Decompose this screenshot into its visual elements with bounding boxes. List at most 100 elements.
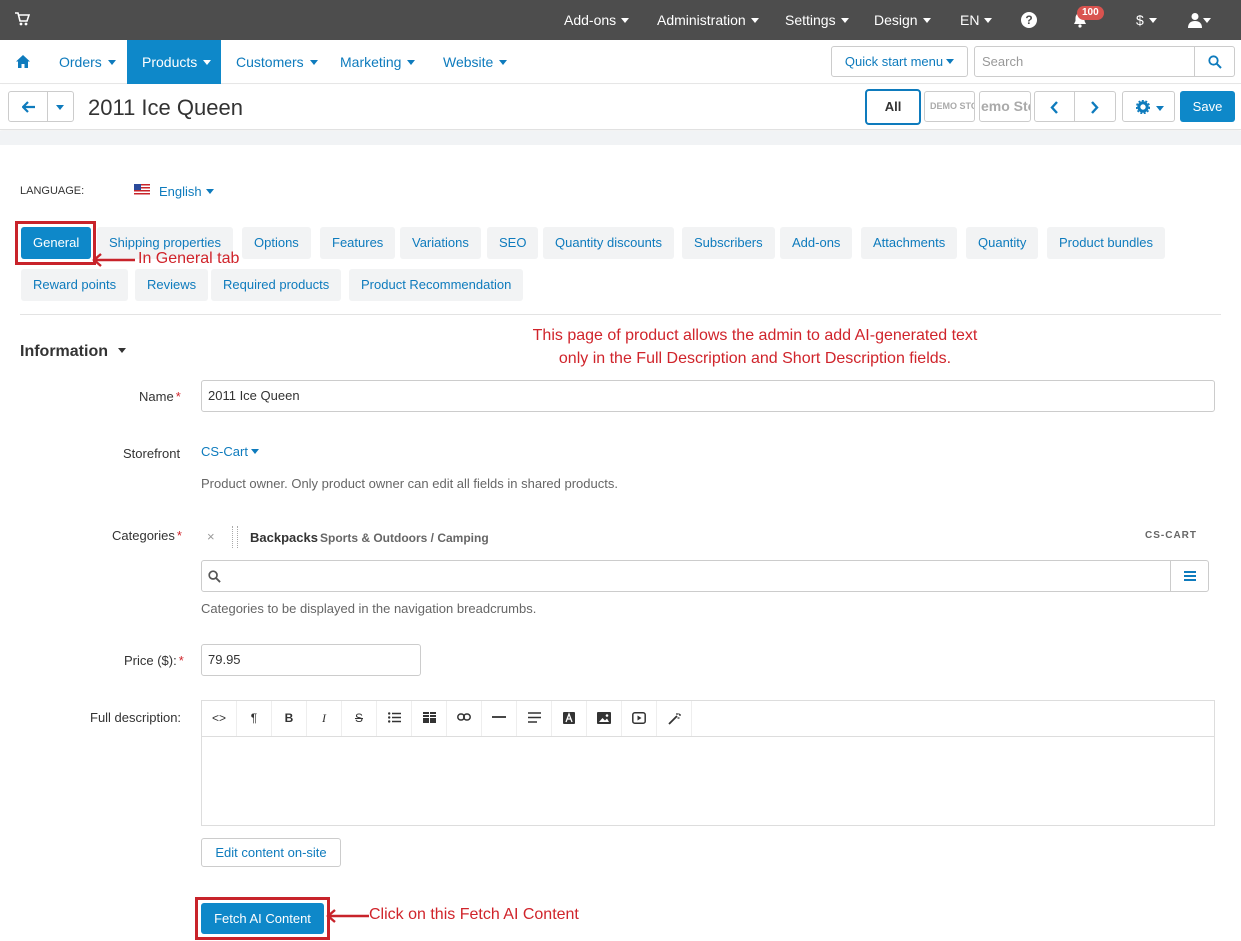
page: Add-ons Administration Settings Design E… xyxy=(0,0,1241,941)
settings-dropdown-button[interactable] xyxy=(1122,91,1175,122)
chevron-down-icon xyxy=(56,105,64,110)
general-tab-highlight xyxy=(15,221,96,265)
main-nav: Orders Products Customers Marketing Webs… xyxy=(0,40,1241,84)
storefront-selector-label: CS-Cart xyxy=(201,444,248,459)
information-section-toggle[interactable]: Information xyxy=(20,343,126,361)
menu-language-label: EN xyxy=(960,12,980,28)
tab-features[interactable]: Features xyxy=(320,227,396,259)
tab-quantity[interactable]: Quantity xyxy=(966,227,1039,259)
previous-product-button[interactable] xyxy=(1034,91,1075,122)
categories-label-text: Categories xyxy=(112,528,175,543)
annotation-note-line-1: This page of product allows the admin to… xyxy=(532,327,978,344)
tab-variations[interactable]: Variations xyxy=(400,227,481,259)
font-color-icon[interactable] xyxy=(552,701,587,736)
annotation-general-tab: In General tab xyxy=(138,250,240,267)
chevron-down-icon xyxy=(205,189,214,195)
storefront-all-button[interactable]: All xyxy=(865,89,921,125)
video-icon[interactable] xyxy=(622,701,657,736)
align-icon[interactable] xyxy=(517,701,552,736)
tab-required-products[interactable]: Required products xyxy=(211,269,342,301)
strikethrough-icon[interactable]: S xyxy=(342,701,377,736)
image-icon[interactable] xyxy=(587,701,622,736)
chevron-down-icon xyxy=(107,59,116,65)
tab-options[interactable]: Options xyxy=(242,227,311,259)
nav-orders[interactable]: Orders xyxy=(44,40,131,84)
nav-marketing[interactable]: Marketing xyxy=(325,40,430,84)
language-label: LANGUAGE: xyxy=(20,185,85,197)
user-chevron-down-icon[interactable] xyxy=(1203,18,1211,23)
chevron-down-icon xyxy=(946,59,955,65)
magic-wand-icon[interactable] xyxy=(657,701,692,736)
horizontal-rule-icon[interactable] xyxy=(482,701,517,736)
nav-products[interactable]: Products xyxy=(127,40,221,84)
storefront-demo-button-1[interactable]: DEMO STO xyxy=(924,91,975,122)
tab-quantity-discounts[interactable]: Quantity discounts xyxy=(543,227,674,259)
user-icon[interactable] xyxy=(1188,12,1202,28)
search-button[interactable] xyxy=(1194,46,1235,77)
name-input[interactable]: 2011 Ice Queen xyxy=(201,380,1215,412)
search-icon xyxy=(208,570,221,583)
category-path: Sports & Outdoors / Camping xyxy=(320,531,489,545)
menu-settings[interactable]: Settings xyxy=(785,12,849,28)
tab-reviews[interactable]: Reviews xyxy=(135,269,209,301)
tab-product-recommendation[interactable]: Product Recommendation xyxy=(349,269,524,301)
nav-customers-label: Customers xyxy=(236,54,304,70)
category-search-input[interactable] xyxy=(201,560,1171,592)
full-description-editor[interactable] xyxy=(201,736,1215,826)
menu-addons[interactable]: Add-ons xyxy=(564,12,630,28)
bold-icon[interactable]: B xyxy=(272,701,307,736)
chevron-down-icon xyxy=(118,348,126,354)
italic-icon[interactable]: I xyxy=(307,701,342,736)
divider xyxy=(20,314,1221,315)
nav-products-label: Products xyxy=(142,54,198,70)
back-button[interactable] xyxy=(8,91,48,122)
quick-start-menu-button[interactable]: Quick start menu xyxy=(831,46,968,77)
link-icon[interactable] xyxy=(447,701,482,736)
storefront-selector[interactable]: CS-Cart xyxy=(201,444,259,459)
home-icon[interactable] xyxy=(16,55,30,68)
information-section-title: Information xyxy=(20,343,108,360)
name-label-text: Name xyxy=(139,389,174,404)
paragraph-icon[interactable]: ¶ xyxy=(237,701,272,736)
menu-design[interactable]: Design xyxy=(874,12,931,28)
nav-website[interactable]: Website xyxy=(428,40,522,84)
menu-currency[interactable]: $ xyxy=(1136,12,1157,28)
fetch-ai-content-button[interactable]: Fetch AI Content xyxy=(201,903,324,934)
edit-content-onsite-button[interactable]: Edit content on-site xyxy=(201,838,341,867)
chevron-down-icon xyxy=(1156,106,1164,111)
menu-language[interactable]: EN xyxy=(960,12,993,28)
tab-subscribers[interactable]: Subscribers xyxy=(682,227,775,259)
remove-category-button[interactable]: × xyxy=(207,529,215,544)
cart-icon[interactable] xyxy=(14,11,30,27)
tab-reward-points[interactable]: Reward points xyxy=(21,269,129,301)
tab-addons[interactable]: Add-ons xyxy=(780,227,853,259)
menu-administration[interactable]: Administration xyxy=(657,12,759,28)
chevron-down-icon xyxy=(984,17,993,23)
category-list-button[interactable] xyxy=(1170,560,1209,592)
chevron-down-icon xyxy=(499,59,508,65)
storefront-label: Storefront xyxy=(123,446,181,461)
chevron-down-icon xyxy=(1148,17,1157,23)
back-dropdown-button[interactable] xyxy=(47,91,74,122)
tab-attachments[interactable]: Attachments xyxy=(861,227,958,259)
chevron-down-icon xyxy=(203,59,212,65)
price-input[interactable]: 79.95 xyxy=(201,644,421,676)
storefront-demo-button-2[interactable]: emo Sto xyxy=(979,91,1031,122)
search-input[interactable]: Search xyxy=(974,46,1195,77)
save-button[interactable]: Save xyxy=(1180,91,1235,122)
code-view-icon[interactable]: <> xyxy=(202,701,237,736)
tab-product-bundles[interactable]: Product bundles xyxy=(1047,227,1165,259)
menu-currency-label: $ xyxy=(1136,12,1144,28)
tab-seo[interactable]: SEO xyxy=(487,227,539,259)
next-product-button[interactable] xyxy=(1074,91,1116,122)
table-icon[interactable] xyxy=(412,701,447,736)
nav-website-label: Website xyxy=(443,54,494,70)
categories-label: Categories * xyxy=(112,528,182,543)
name-label: Name * xyxy=(139,389,181,404)
help-icon[interactable]: ? xyxy=(1021,12,1037,28)
search-icon xyxy=(1208,55,1222,69)
drag-handle-icon[interactable] xyxy=(232,526,238,548)
bullet-list-icon[interactable] xyxy=(377,701,412,736)
language-selector[interactable]: English xyxy=(159,184,214,199)
nav-customers[interactable]: Customers xyxy=(221,40,333,84)
